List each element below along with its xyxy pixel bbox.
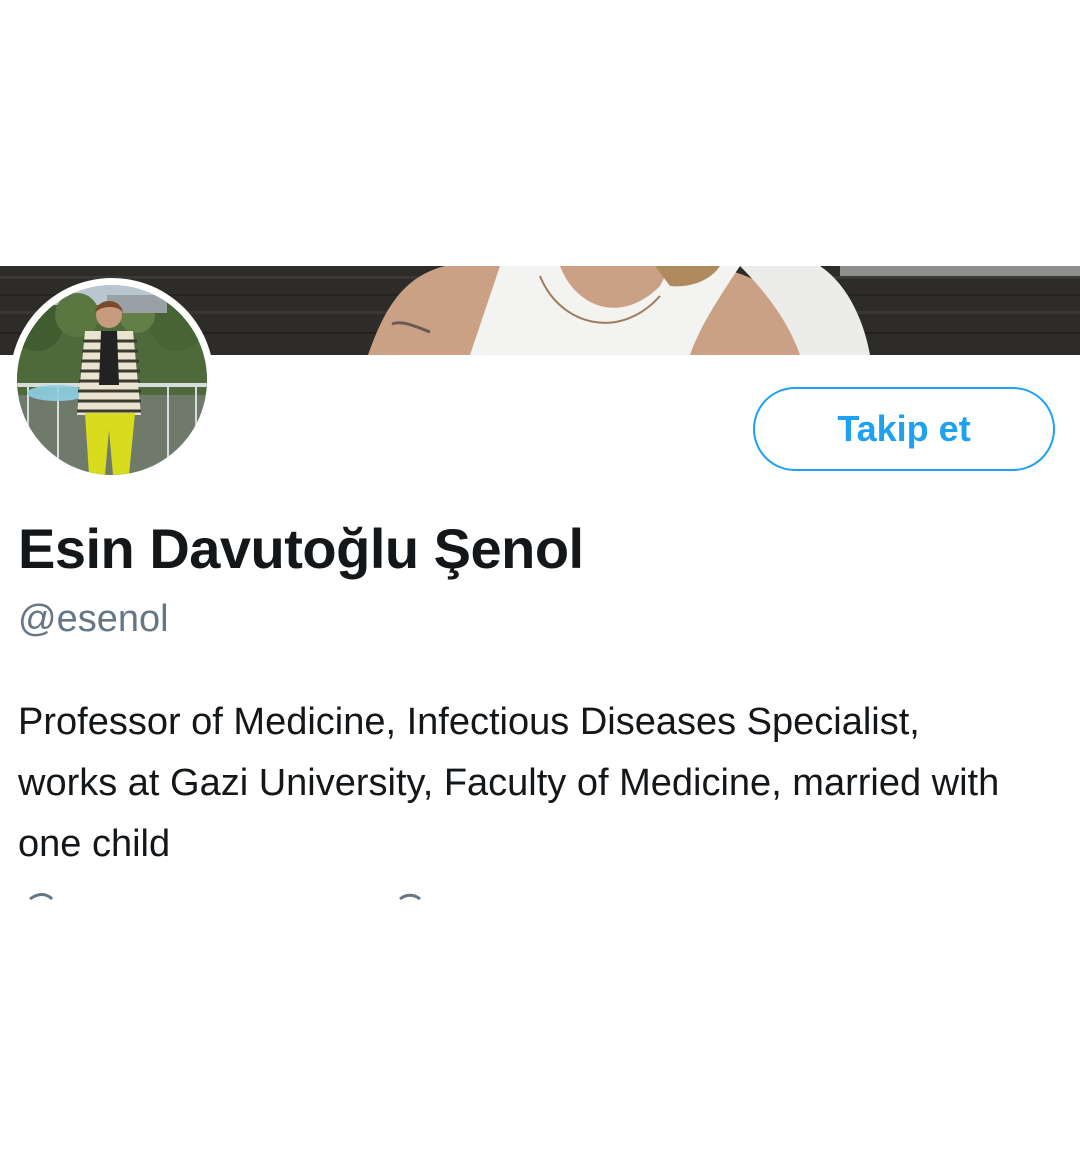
profile-avatar[interactable] [10, 278, 214, 482]
follow-button[interactable]: Takip et [753, 387, 1055, 471]
profile-handle[interactable]: @esenol [18, 598, 169, 641]
profile-bio: Professor of Medicine, Infectious Diseas… [18, 701, 1000, 865]
cut-off-text-row [0, 888, 1080, 900]
avatar-photo [17, 285, 207, 475]
profile-display-name: Esin Davutoğlu Şenol [18, 517, 584, 580]
